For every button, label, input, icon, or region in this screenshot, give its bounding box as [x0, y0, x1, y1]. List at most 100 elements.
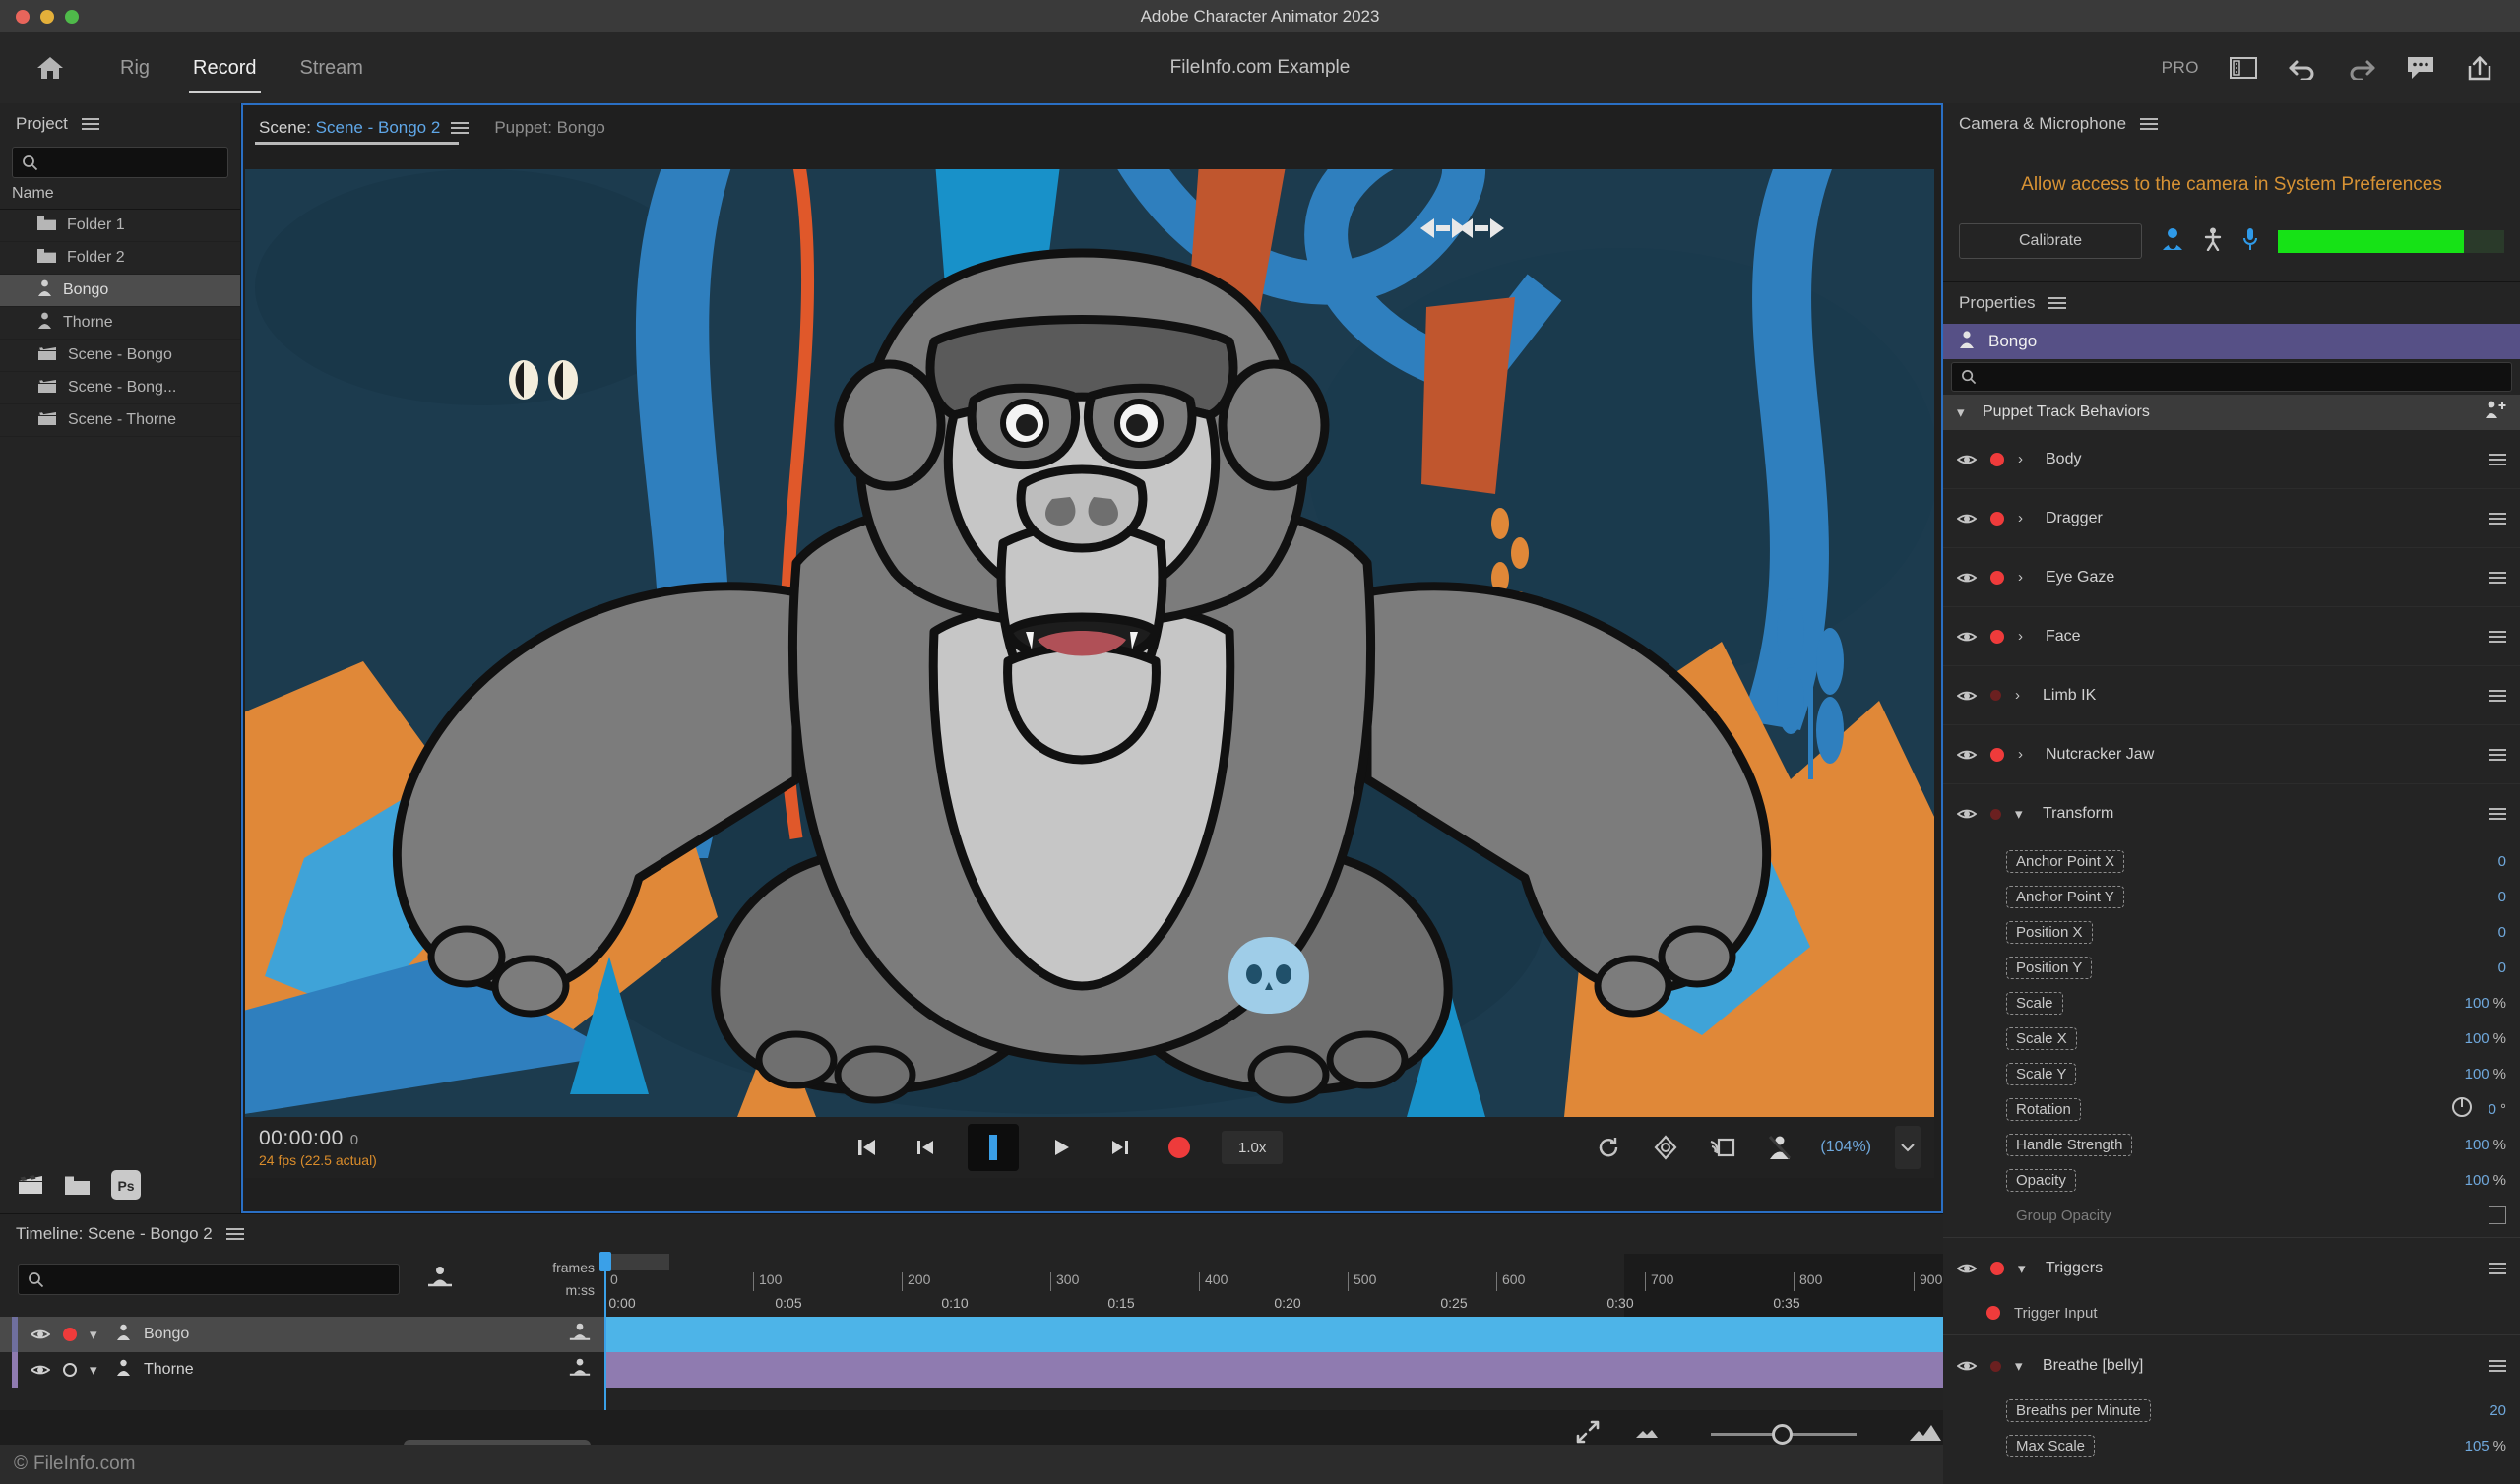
comment-icon[interactable]: [2406, 53, 2435, 83]
add-behavior-icon[interactable]: [2485, 401, 2506, 424]
selected-puppet-row[interactable]: Bongo: [1943, 324, 2520, 359]
behavior-row-dragger[interactable]: › Dragger: [1943, 489, 2520, 548]
param-handle-strength[interactable]: Handle Strength 100%: [1943, 1127, 2520, 1162]
visibility-icon[interactable]: [30, 1328, 51, 1341]
hamburger-icon[interactable]: [2488, 1260, 2506, 1277]
behavior-row-body[interactable]: › Body: [1943, 430, 2520, 489]
arm-for-record-toggle[interactable]: [1990, 1262, 2004, 1275]
zoom-in-icon[interactable]: [1908, 1422, 1943, 1447]
tab-scene[interactable]: Scene: Scene - Bongo 2: [255, 105, 472, 150]
hamburger-icon[interactable]: [2140, 115, 2159, 133]
mode-tabs[interactable]: Rig Record Stream: [98, 32, 385, 103]
track-row-bongo[interactable]: ▾ Bongo: [0, 1317, 1943, 1352]
track-clip[interactable]: [604, 1317, 1943, 1352]
param-value[interactable]: 20: [2489, 1402, 2506, 1419]
puppet-pin-icon[interactable]: [569, 1322, 591, 1348]
microphone-icon[interactable]: [2242, 227, 2258, 256]
param-breaths-per-minute[interactable]: Breaths per Minute 20: [1943, 1392, 2520, 1428]
visibility-icon[interactable]: [1956, 807, 1978, 821]
param-value[interactable]: 100: [2465, 1066, 2489, 1082]
undo-icon[interactable]: [2288, 53, 2317, 83]
track-clip[interactable]: [604, 1352, 1943, 1388]
step-forward-icon[interactable]: [1103, 1131, 1137, 1164]
camera-icon[interactable]: [2162, 227, 2183, 256]
step-back-icon[interactable]: [909, 1131, 942, 1164]
project-item-folder-2[interactable]: Folder 2: [0, 242, 240, 275]
hamburger-icon[interactable]: [451, 119, 470, 137]
chevron-right-icon[interactable]: ›: [2015, 688, 2029, 703]
project-item-scene-thorne[interactable]: Scene - Thorne: [0, 404, 240, 437]
behavior-row-nutcracker-jaw[interactable]: › Nutcracker Jaw: [1943, 725, 2520, 784]
visibility-icon[interactable]: [1956, 689, 1978, 703]
project-search-input[interactable]: [12, 147, 228, 178]
behavior-row-transform[interactable]: ▾ Transform: [1943, 784, 2520, 843]
chevron-down-icon[interactable]: ▾: [1957, 405, 1971, 420]
param-value[interactable]: 0: [2498, 853, 2506, 870]
behavior-row-triggers[interactable]: ▾ Triggers: [1943, 1242, 2520, 1295]
trigger-input-row[interactable]: Trigger Input: [1943, 1295, 2520, 1330]
broadcast-icon[interactable]: [1706, 1131, 1739, 1164]
arm-for-record-toggle[interactable]: [1990, 690, 2001, 701]
arm-for-record-toggle[interactable]: [63, 1363, 77, 1377]
group-opacity-checkbox[interactable]: [2488, 1206, 2506, 1224]
param-value[interactable]: 100: [2465, 1137, 2489, 1153]
hamburger-icon[interactable]: [2488, 1357, 2506, 1375]
arm-for-record-toggle[interactable]: [1990, 747, 2004, 762]
arm-for-record-toggle[interactable]: [1990, 808, 2001, 820]
hamburger-icon[interactable]: [2488, 746, 2506, 764]
hamburger-icon[interactable]: [2488, 687, 2506, 705]
project-item-bongo[interactable]: Bongo: [0, 275, 240, 307]
visibility-icon[interactable]: [1956, 748, 1978, 762]
play-button[interactable]: [1044, 1131, 1078, 1164]
puppet-pin-icon[interactable]: [569, 1357, 591, 1384]
work-area-bar[interactable]: [604, 1254, 669, 1270]
behavior-row-breathe[interactable]: ▾ Breathe [belly]: [1943, 1339, 2520, 1392]
param-rotation[interactable]: Rotation 0 °: [1943, 1091, 2520, 1127]
visibility-icon[interactable]: [30, 1363, 51, 1377]
chevron-down-icon[interactable]: [1895, 1126, 1921, 1169]
param-value[interactable]: 0: [2498, 889, 2506, 905]
behavior-row-face[interactable]: › Face: [1943, 607, 2520, 666]
arm-for-record-toggle[interactable]: [1990, 629, 2004, 644]
refresh-icon[interactable]: [1592, 1131, 1625, 1164]
zoom-slider-handle[interactable]: [1772, 1423, 1794, 1445]
param-anchor-point-x[interactable]: Anchor Point X 0: [1943, 843, 2520, 879]
new-scene-icon[interactable]: [18, 1174, 43, 1200]
color-icon[interactable]: [1649, 1131, 1682, 1164]
window-controls[interactable]: [16, 10, 79, 24]
puppet-overlay-icon[interactable]: [1763, 1131, 1796, 1164]
chevron-right-icon[interactable]: ›: [2018, 747, 2032, 762]
redo-icon[interactable]: [2347, 53, 2376, 83]
param-scale[interactable]: Scale 100%: [1943, 985, 2520, 1020]
param-group-opacity[interactable]: Group Opacity: [1943, 1198, 2520, 1233]
hamburger-icon[interactable]: [2488, 510, 2506, 527]
hamburger-icon[interactable]: [2488, 805, 2506, 823]
param-anchor-point-y[interactable]: Anchor Point Y 0: [1943, 879, 2520, 914]
chevron-down-icon[interactable]: ▾: [2015, 1359, 2029, 1374]
param-scale-x[interactable]: Scale X 100%: [1943, 1020, 2520, 1056]
chevron-down-icon[interactable]: ▾: [90, 1328, 103, 1342]
tab-stream[interactable]: Stream: [279, 32, 385, 103]
playback-speed-value[interactable]: 1.0x: [1222, 1131, 1284, 1164]
arm-for-record-toggle[interactable]: [1990, 1360, 2001, 1372]
chevron-right-icon[interactable]: ›: [2018, 570, 2032, 585]
chevron-down-icon[interactable]: ▾: [2018, 1262, 2032, 1276]
project-item-scene-bongo-2[interactable]: Scene - Bong...: [0, 372, 240, 404]
puppet-pin-icon[interactable]: [427, 1265, 453, 1295]
track-row-thorne[interactable]: ▾ Thorne: [0, 1352, 1943, 1388]
rotation-dial-icon[interactable]: [2451, 1096, 2473, 1123]
skip-start-icon[interactable]: [850, 1131, 883, 1164]
chevron-down-icon[interactable]: ▾: [90, 1363, 103, 1378]
visibility-icon[interactable]: [1956, 1262, 1978, 1275]
calibrate-button[interactable]: Calibrate: [1959, 223, 2142, 259]
share-icon[interactable]: [2465, 53, 2494, 83]
arm-for-record-toggle[interactable]: [63, 1328, 77, 1341]
properties-search-input[interactable]: [1951, 362, 2512, 392]
photoshop-icon[interactable]: Ps: [111, 1169, 141, 1205]
chevron-down-icon[interactable]: ▾: [2015, 807, 2029, 822]
timeline-search-input[interactable]: [18, 1264, 400, 1295]
tab-rig[interactable]: Rig: [98, 32, 171, 103]
param-max-scale[interactable]: Max Scale 105%: [1943, 1428, 2520, 1463]
body-tracker-icon[interactable]: [2203, 227, 2223, 256]
hamburger-icon[interactable]: [81, 115, 99, 133]
